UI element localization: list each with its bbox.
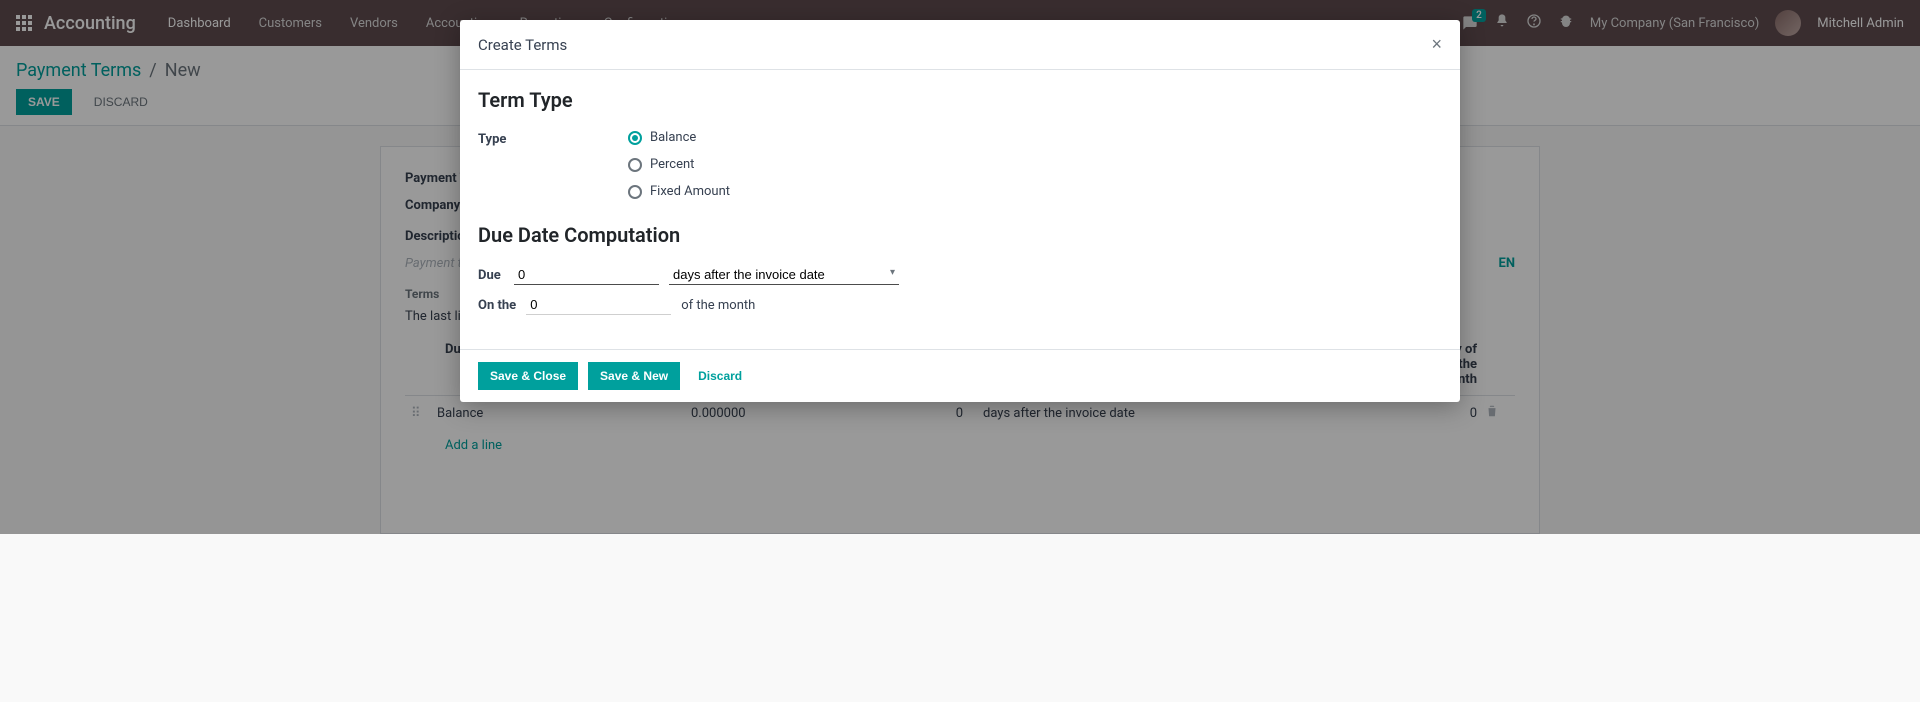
- radio-icon: [628, 131, 642, 145]
- create-terms-dialog: Create Terms × Term Type Type Balance Pe…: [460, 20, 1460, 402]
- radio-icon: [628, 185, 642, 199]
- radio-balance[interactable]: Balance: [628, 130, 730, 145]
- day-of-month-input[interactable]: [526, 295, 671, 315]
- label-due: Due: [478, 268, 504, 283]
- modal-overlay: Create Terms × Term Type Type Balance Pe…: [0, 0, 1920, 534]
- label-of-month: of the month: [681, 298, 755, 313]
- save-new-button[interactable]: Save & New: [588, 362, 680, 390]
- close-icon[interactable]: ×: [1431, 34, 1442, 55]
- modal-discard-button[interactable]: Discard: [690, 362, 750, 390]
- due-option-select[interactable]: [669, 265, 899, 285]
- radio-label-fixed: Fixed Amount: [650, 184, 730, 199]
- radio-label-balance: Balance: [650, 130, 696, 145]
- chevron-down-icon[interactable]: ▾: [890, 267, 895, 278]
- due-days-input[interactable]: [514, 265, 659, 285]
- radio-label-percent: Percent: [650, 157, 694, 172]
- section-due-date: Due Date Computation: [478, 223, 1442, 247]
- save-close-button[interactable]: Save & Close: [478, 362, 578, 390]
- label-type: Type: [478, 130, 628, 199]
- radio-fixed[interactable]: Fixed Amount: [628, 184, 730, 199]
- radio-icon: [628, 158, 642, 172]
- section-term-type: Term Type: [478, 88, 1442, 112]
- radio-percent[interactable]: Percent: [628, 157, 730, 172]
- label-on-the: On the: [478, 298, 516, 313]
- dialog-title: Create Terms: [478, 36, 567, 54]
